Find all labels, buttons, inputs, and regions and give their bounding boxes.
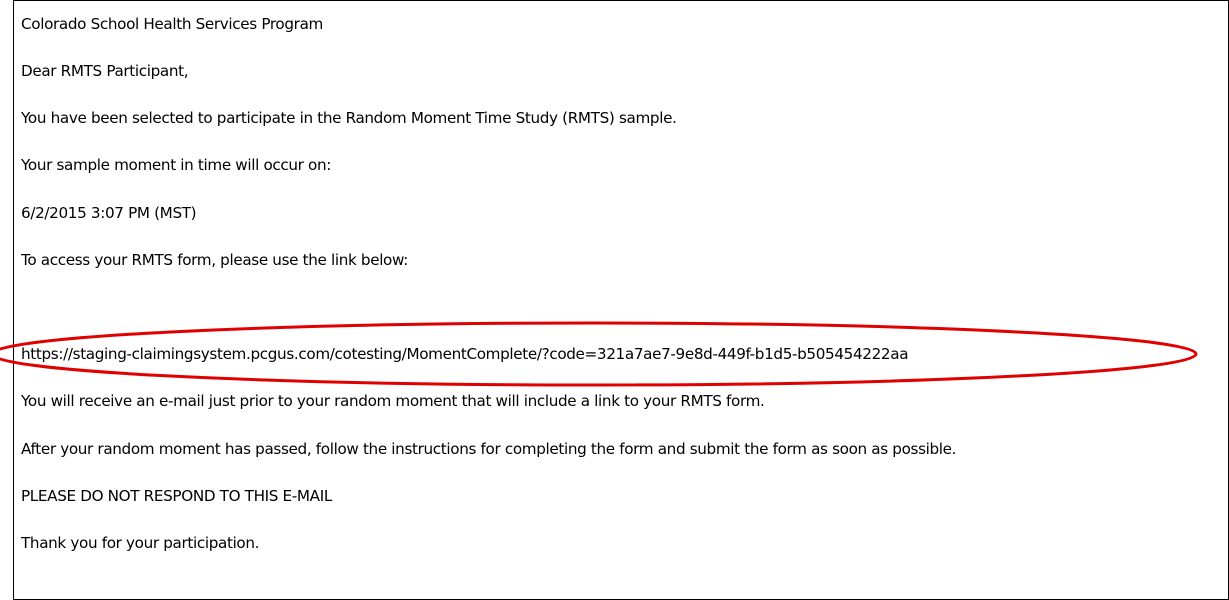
- completion-instructions: After your random moment has passed, fol…: [21, 440, 957, 458]
- reminder-notice: You will receive an e-mail just prior to…: [21, 392, 765, 410]
- no-reply-warning: PLEASE DO NOT RESPOND TO THIS E-MAIL: [21, 487, 332, 505]
- program-name: Colorado School Health Services Program: [21, 15, 323, 33]
- moment-intro: Your sample moment in time will occur on…: [21, 156, 332, 174]
- email-body-frame: [13, 0, 1229, 600]
- rmts-form-link[interactable]: https://staging-claimingsystem.pcgus.com…: [21, 345, 909, 363]
- closing: Thank you for your participation.: [21, 534, 260, 552]
- greeting: Dear RMTS Participant,: [21, 62, 189, 80]
- selection-notice: You have been selected to participate in…: [21, 109, 677, 127]
- moment-datetime: 6/2/2015 3:07 PM (MST): [21, 204, 197, 222]
- access-instructions: To access your RMTS form, please use the…: [21, 251, 409, 269]
